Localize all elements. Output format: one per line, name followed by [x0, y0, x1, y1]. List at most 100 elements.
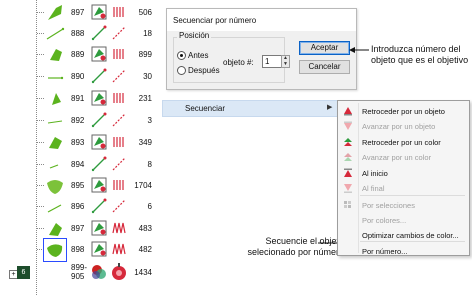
- object-number-field[interactable]: 1: [262, 55, 282, 68]
- stitch-count: 1434: [134, 268, 152, 277]
- run-stitch-icon: [91, 156, 107, 172]
- fill-stitch-icon: [91, 134, 107, 150]
- to-start-icon: [344, 168, 352, 177]
- stitch-type-icon: [112, 222, 126, 234]
- sequence-menu-label: Secuenciar: [185, 104, 226, 113]
- stitch-count: 18: [143, 29, 152, 38]
- radio-after-label: Después: [188, 66, 220, 75]
- tree-branch: [37, 142, 44, 143]
- object-thumbnail: [48, 76, 64, 80]
- menu-item[interactable]: Al final: [338, 182, 469, 194]
- menu-item[interactable]: Avanzar por un objeto: [338, 120, 469, 132]
- sequence-menu-item[interactable]: Secuenciar ▶: [162, 100, 339, 117]
- group-number-end: 905: [71, 272, 85, 281]
- object-thumbnail: [47, 120, 63, 124]
- tree-branch: [37, 228, 44, 229]
- move-forward-color-icon: [344, 153, 352, 161]
- position-group-label: Posición: [177, 31, 212, 40]
- multi-color-icon: [92, 265, 106, 279]
- menu-item-label: Al inicio: [362, 169, 388, 178]
- stitch-count: 506: [138, 8, 152, 17]
- menu-item[interactable]: Retroceder por un color: [338, 136, 469, 148]
- callout-arrow-top: [349, 47, 369, 53]
- radio-before[interactable]: [177, 51, 186, 60]
- menu-item[interactable]: Por selecciones: [338, 199, 469, 211]
- stitch-type-icon: [112, 69, 126, 83]
- object-thumbnail: [47, 204, 62, 213]
- menu-item[interactable]: Retroceder por un objeto: [338, 105, 469, 117]
- stitch-count: 231: [138, 94, 152, 103]
- menu-item-label: Por colores...: [362, 216, 407, 225]
- menu-item[interactable]: Optimizar cambios de color...: [338, 229, 469, 241]
- menu-item-label: Avanzar por un color: [362, 153, 432, 162]
- menu-item[interactable]: Al inicio: [338, 167, 469, 179]
- object-number: 897: [71, 8, 85, 17]
- object-number: 889: [71, 50, 85, 59]
- stitch-count: 8: [147, 160, 152, 169]
- object-number: 893: [71, 138, 85, 147]
- tree-branch: [37, 249, 44, 250]
- radio-after[interactable]: [177, 66, 186, 75]
- stitch-count: 30: [143, 72, 152, 81]
- stitch-type-icon: [113, 49, 124, 59]
- stitch-count: 6: [147, 202, 152, 211]
- object-number: 895: [71, 181, 85, 190]
- group-number-range: 899- 905: [71, 263, 89, 281]
- object-thumbnail: [50, 49, 62, 61]
- menu-item[interactable]: Por colores...: [338, 214, 469, 226]
- object-number-spinner[interactable]: ▲ ▼: [281, 55, 290, 68]
- menu-item-label: Por selecciones: [362, 201, 415, 210]
- stitch-type-icon: [113, 7, 124, 17]
- spin-down-icon[interactable]: ▼: [283, 62, 288, 67]
- callout-top: Introduzca número del objeto que es el o…: [371, 44, 469, 65]
- object-thumbnail: [52, 93, 61, 105]
- thread-spool-icon: [112, 263, 126, 280]
- object-number: 890: [71, 72, 85, 81]
- by-selection-icon: [344, 201, 351, 208]
- menu-item-label: Al final: [362, 184, 385, 193]
- submenu-arrow-icon: ▶: [327, 104, 333, 111]
- stitch-type-icon: [113, 180, 124, 190]
- stitch-count: 482: [138, 245, 152, 254]
- tree-branch: [37, 164, 44, 165]
- stitch-count: 1704: [134, 181, 152, 190]
- accept-button[interactable]: Aceptar: [299, 41, 350, 55]
- radio-before-label: Antes: [188, 51, 209, 60]
- object-number: 892: [71, 116, 85, 125]
- object-number-label: objeto #:: [223, 58, 254, 67]
- fill-stitch-icon: [91, 4, 107, 20]
- object-group-row[interactable]: + 6 899- 905 1434: [0, 260, 152, 286]
- group-number-start: 899-: [71, 263, 88, 272]
- run-stitch-icon: [91, 198, 107, 214]
- group-badge: 6: [17, 266, 30, 279]
- menu-item[interactable]: Avanzar por un color: [338, 151, 469, 163]
- dialog-titlebar: Secuenciar por número: [167, 9, 356, 31]
- run-stitch-icon: [91, 112, 107, 128]
- fill-stitch-icon: [91, 177, 107, 193]
- stitch-type-icon: [112, 199, 126, 213]
- tree-branch: [37, 120, 44, 121]
- move-back-color-icon: [344, 138, 352, 146]
- run-stitch-icon: [91, 68, 107, 84]
- object-number: 891: [71, 94, 85, 103]
- fill-stitch-icon: [91, 220, 107, 236]
- object-thumbnail: [43, 238, 67, 262]
- tree-branch: [37, 206, 44, 207]
- menu-item-label: Avanzar por un objeto: [362, 122, 436, 131]
- stitch-type-icon: [112, 243, 126, 255]
- tree-branch: [37, 54, 44, 55]
- cancel-button[interactable]: Cancelar: [299, 60, 350, 74]
- move-forward-object-icon: [344, 121, 352, 130]
- menu-separator: [360, 195, 465, 196]
- stitch-type-icon: [112, 157, 126, 171]
- stitch-type-icon: [112, 26, 126, 40]
- tree-branch: [37, 12, 44, 13]
- object-thumbnail: [49, 137, 62, 149]
- stitch-count: 483: [138, 224, 152, 233]
- sequence-by-number-dialog: Secuenciar por número Posición Antes Des…: [166, 8, 357, 90]
- tree-branch: [37, 185, 44, 186]
- stitch-count: 349: [138, 138, 152, 147]
- object-number: 896: [71, 202, 85, 211]
- menu-item[interactable]: Por número...: [338, 245, 469, 257]
- fill-stitch-icon: [91, 90, 107, 106]
